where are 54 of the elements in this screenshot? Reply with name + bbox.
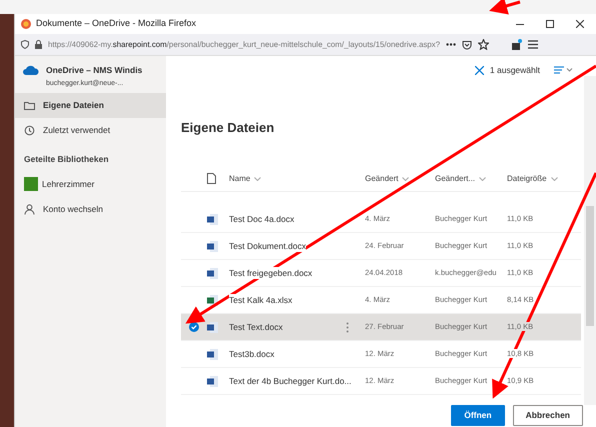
pocket-icon[interactable] bbox=[462, 40, 472, 50]
document-file-icon bbox=[207, 322, 218, 333]
nav-item[interactable]: Eigene Dateien bbox=[15, 93, 166, 118]
folder-icon bbox=[24, 100, 35, 112]
window-title: Dokumente – OneDrive - Mozilla Firefox bbox=[36, 17, 196, 30]
file-name: Test3b.docx bbox=[229, 348, 274, 360]
annotation-arrow bbox=[489, 0, 520, 15]
column-header[interactable]: Name bbox=[229, 172, 365, 184]
view-options-icon[interactable] bbox=[554, 66, 574, 74]
account-name: OneDrive – NMS Windis bbox=[46, 64, 142, 77]
file-name: Text der 4b Buchegger Kurt.do... bbox=[229, 374, 352, 388]
star-icon[interactable] bbox=[478, 39, 490, 50]
column-header[interactable]: Dateigröße bbox=[507, 172, 567, 184]
maximize-icon[interactable] bbox=[546, 20, 554, 28]
person-icon bbox=[24, 204, 35, 215]
file-name: Test Text.docx bbox=[229, 320, 283, 334]
section-label: Geteilte Bibliotheken bbox=[23, 153, 110, 166]
library-icon bbox=[24, 177, 38, 191]
spreadsheet-file-icon bbox=[207, 294, 218, 306]
more-options-icon[interactable] bbox=[346, 322, 349, 332]
clock-icon bbox=[24, 125, 35, 136]
more-icon[interactable] bbox=[446, 43, 456, 46]
document-file-icon bbox=[207, 268, 218, 279]
check-circle-icon[interactable] bbox=[189, 322, 199, 332]
nav-item[interactable]: Zuletzt verwendet bbox=[15, 118, 166, 144]
clear-selection-icon[interactable] bbox=[474, 66, 484, 74]
browser-logo-icon bbox=[21, 19, 31, 29]
page-heading: Eigene Dateien bbox=[181, 119, 276, 137]
menu-icon[interactable] bbox=[528, 40, 538, 49]
document-file-icon bbox=[207, 214, 218, 225]
file-type-icon bbox=[207, 172, 216, 184]
chevron-down-icon bbox=[402, 176, 410, 180]
nav-item[interactable]: Konto wechseln bbox=[15, 197, 166, 222]
document-file-icon bbox=[207, 376, 218, 387]
column-header[interactable]: Geändert bbox=[365, 172, 435, 184]
open-button[interactable]: Öffnen bbox=[451, 405, 505, 426]
chevron-down-icon bbox=[254, 176, 262, 180]
chevron-down-icon bbox=[550, 176, 558, 180]
file-name: Test Kalk 4a.xlsx bbox=[229, 294, 292, 306]
selection-count: 1 ausgewählt bbox=[490, 64, 540, 76]
cancel-button[interactable]: Abbrechen bbox=[512, 405, 583, 426]
file-name: Test freigegeben.docx bbox=[229, 266, 312, 280]
lock-icon bbox=[35, 40, 42, 49]
cloud-icon bbox=[23, 65, 39, 76]
shield-icon[interactable] bbox=[21, 40, 29, 49]
chevron-down-icon bbox=[479, 176, 486, 180]
library-item[interactable]: Lehrerzimmer bbox=[15, 171, 166, 197]
file-name: Test Doc 4a.docx bbox=[229, 212, 294, 226]
document-file-icon bbox=[207, 240, 218, 252]
file-name: Test Dokument.docx bbox=[229, 240, 306, 252]
close-icon[interactable] bbox=[576, 20, 584, 28]
document-file-icon bbox=[207, 348, 218, 360]
scrollbar[interactable] bbox=[584, 76, 596, 405]
column-header[interactable]: Geändert... bbox=[435, 172, 507, 184]
